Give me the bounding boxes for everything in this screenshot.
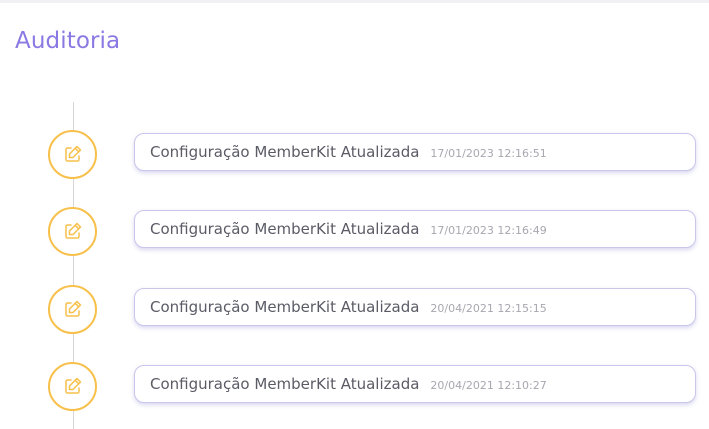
timeline-entry: Configuração MemberKit Atualizada 20/04/… [0, 285, 709, 341]
audit-entry-card[interactable]: Configuração MemberKit Atualizada 20/04/… [134, 365, 696, 403]
timeline-node [48, 130, 97, 179]
timeline-entry: Configuração MemberKit Atualizada 17/01/… [0, 130, 709, 186]
entry-action: Configuração MemberKit Atualizada [150, 375, 420, 393]
entry-action: Configuração MemberKit Atualizada [150, 298, 420, 316]
edit-icon [65, 222, 82, 239]
audit-entry-card[interactable]: Configuração MemberKit Atualizada 17/01/… [134, 133, 696, 171]
entry-timestamp: 20/04/2021 12:10:27 [430, 378, 547, 392]
edit-icon [65, 300, 82, 317]
entry-timestamp: 20/04/2021 12:15:15 [430, 301, 547, 315]
timeline-node [48, 362, 97, 411]
entry-timestamp: 17/01/2023 12:16:49 [430, 223, 547, 237]
timeline-entry: Configuração MemberKit Atualizada 17/01/… [0, 207, 709, 263]
timeline-entry: Configuração MemberKit Atualizada 20/04/… [0, 362, 709, 418]
entry-timestamp: 17/01/2023 12:16:51 [430, 146, 547, 160]
timeline-node [48, 285, 97, 334]
edit-icon [65, 145, 82, 162]
audit-entry-card[interactable]: Configuração MemberKit Atualizada 20/04/… [134, 288, 696, 326]
entry-action: Configuração MemberKit Atualizada [150, 220, 420, 238]
edit-icon [65, 377, 82, 394]
timeline-node [48, 207, 97, 256]
audit-entry-card[interactable]: Configuração MemberKit Atualizada 17/01/… [134, 210, 696, 248]
audit-timeline: Configuração MemberKit Atualizada 17/01/… [0, 0, 709, 429]
entry-action: Configuração MemberKit Atualizada [150, 143, 420, 161]
